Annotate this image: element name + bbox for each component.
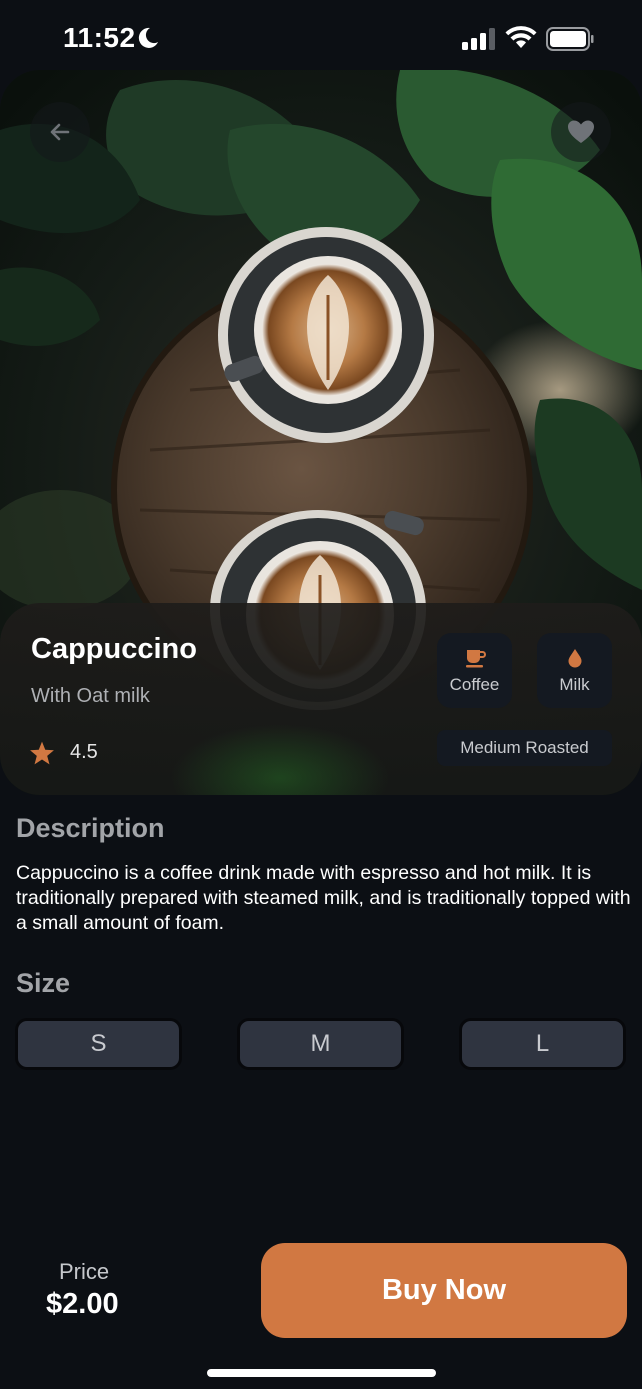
signal-icon [462,28,495,50]
size-option-m[interactable]: M [237,1018,404,1070]
size-title: Size [16,968,71,998]
roast-badge: Medium Roasted [437,730,612,766]
favorite-button[interactable] [551,102,611,162]
product-name: Cappuccino [31,633,197,665]
status-time: 11:52 [63,22,136,53]
description-title: Description [16,813,165,843]
info-panel-glow [170,723,390,795]
wifi-icon [505,26,537,48]
status-bar: 11:52 [0,0,642,72]
chip-label-coffee: Coffee [449,674,500,694]
coffee-cup-icon [465,649,486,667]
back-button[interactable] [30,102,90,162]
size-option-l[interactable]: L [459,1018,626,1070]
size-option-s[interactable]: S [15,1018,182,1070]
moon-icon [138,27,158,48]
chip-label-milk: Milk [559,674,590,694]
arrow-left-icon [50,123,70,141]
star-icon [30,741,54,765]
product-info-panel: Cappuccino With Oat milk 4.5 Coffee Milk [0,603,642,795]
home-indicator[interactable] [207,1369,436,1377]
ingredient-chip-coffee: Coffee [437,633,512,708]
buy-now-button[interactable]: Buy Now [261,1243,627,1338]
rating-value: 4.5 [70,741,98,763]
product-subtitle: With Oat milk [31,685,150,707]
heart-icon [568,120,594,143]
product-detail-screen: 11:52 Cappuccino With Oat milk 4.5 Coffe… [0,0,642,1389]
price-value: $2.00 [46,1288,119,1320]
price-label: Price [59,1259,110,1284]
battery-icon [546,27,594,51]
description-text: Cappuccino is a coffee drink made with e… [16,862,631,934]
ingredient-chip-milk: Milk [537,633,612,708]
milk-drop-icon [568,648,581,667]
product-hero: Cappuccino With Oat milk 4.5 Coffee Milk [0,70,642,795]
